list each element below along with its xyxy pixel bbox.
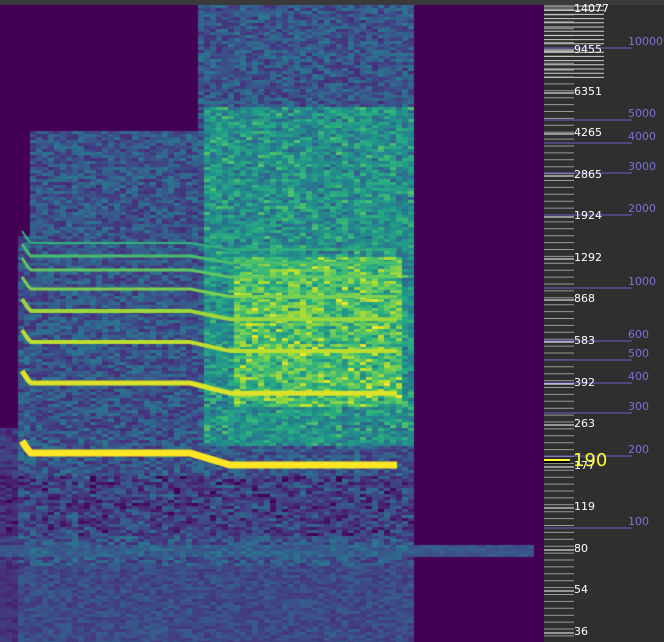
note-label-54: 54: [574, 583, 588, 596]
freq-label-3000: 3000: [628, 160, 656, 173]
minor-tick-lines: [544, 5, 632, 637]
spectrogram-canvas[interactable]: [0, 5, 544, 642]
freq-label-100: 100: [628, 515, 649, 528]
note-label-868: 868: [574, 292, 595, 305]
frequency-scale-panel[interactable]: 14077 9455 6351 4265 2865 1924 1292 868 …: [544, 0, 664, 642]
note-label-14077: 14077: [574, 2, 609, 15]
note-label-263: 263: [574, 417, 595, 430]
freq-label-500: 500: [628, 347, 649, 360]
note-label-1924: 1924: [574, 209, 602, 222]
note-label-4265: 4265: [574, 126, 602, 139]
freq-label-300: 300: [628, 400, 649, 413]
note-label-2865: 2865: [574, 168, 602, 181]
freq-label-200: 200: [628, 443, 649, 456]
freq-label-10000: 10000: [628, 35, 663, 48]
freq-label-600: 600: [628, 328, 649, 341]
freq-label-2000: 2000: [628, 202, 656, 215]
freq-label-400: 400: [628, 370, 649, 383]
note-label-119: 119: [574, 500, 595, 513]
note-label-80: 80: [574, 542, 588, 555]
freq-label-5000: 5000: [628, 107, 656, 120]
note-label-583: 583: [574, 334, 595, 347]
note-label-36: 36: [574, 625, 588, 638]
freq-label-1000: 1000: [628, 275, 656, 288]
pitch-cursor-value: 190: [573, 450, 607, 471]
note-label-9455: 9455: [574, 43, 602, 56]
freq-label-4000: 4000: [628, 130, 656, 143]
frequency-scale-labels: 10000 5000 4000 3000 2000 1000 600 500 4…: [628, 35, 663, 528]
pitch-cursor[interactable]: 190: [544, 450, 607, 471]
note-label-1292: 1292: [574, 251, 602, 264]
note-scale-labels: 14077 9455 6351 4265 2865 1924 1292 868 …: [574, 2, 609, 638]
note-label-392: 392: [574, 376, 595, 389]
note-label-6351: 6351: [574, 85, 602, 98]
